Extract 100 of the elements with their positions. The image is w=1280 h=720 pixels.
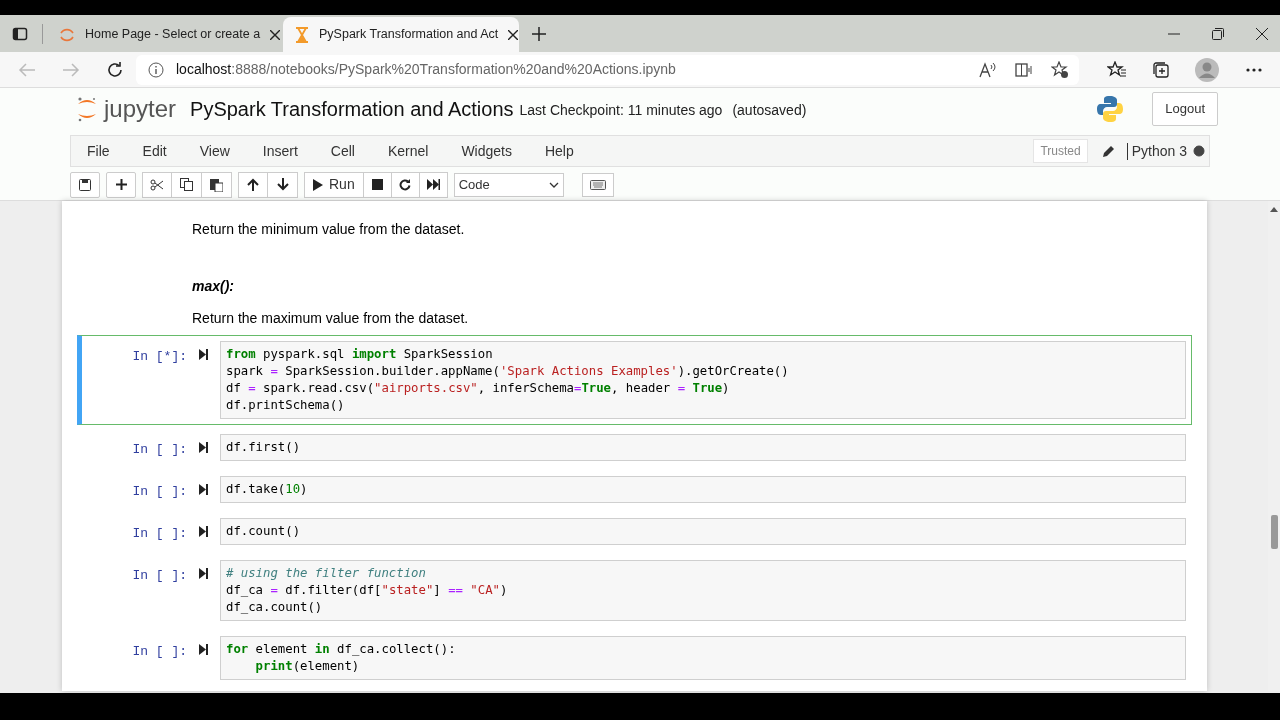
- info-icon[interactable]: [148, 61, 164, 78]
- code-line: df = spark.read.csv("airports.csv", inferSchema=True, header = True): [226, 380, 730, 397]
- scrollbar-thumb[interactable]: [1271, 515, 1278, 549]
- menu-item[interactable]: Edit: [132, 140, 177, 162]
- notebook-title[interactable]: PySpark Transformation and Actions: [190, 94, 514, 124]
- markdown-text: Return the maximum value from the dataset.: [192, 309, 469, 328]
- insert-cell-button[interactable]: [106, 171, 136, 198]
- pencil-icon[interactable]: [1101, 144, 1115, 158]
- restart-button[interactable]: [391, 171, 420, 198]
- browser-tab[interactable]: PySpark Transformation and Act: [283, 17, 519, 52]
- stop-button[interactable]: [363, 171, 392, 198]
- cut-button[interactable]: [142, 171, 172, 198]
- autosave-status: (autosaved): [732, 101, 807, 120]
- cell-type-select[interactable]: Code: [453, 172, 564, 197]
- code-line: # using the filter function: [226, 565, 426, 582]
- trusted-indicator[interactable]: Trusted: [1033, 139, 1088, 163]
- cell-prompt: In [ ]:: [132, 525, 187, 543]
- run-button[interactable]: Run: [304, 171, 364, 198]
- cell-prompt: In [ ]:: [132, 567, 187, 585]
- restart-icon: [399, 178, 412, 191]
- chevron-down-icon: [548, 181, 559, 188]
- kernel-name: Python 3: [1131, 141, 1187, 161]
- profile-avatar-icon[interactable]: [1195, 57, 1219, 82]
- copy-icon: [180, 178, 193, 191]
- tab-title: PySpark Transformation and Act: [319, 26, 499, 44]
- menu-item[interactable]: Cell: [320, 140, 365, 162]
- menu-item[interactable]: Kernel: [377, 140, 439, 162]
- jupyter-logo-icon[interactable]: [76, 96, 98, 122]
- run-cell-icon[interactable]: [199, 349, 208, 360]
- close-tab-icon[interactable]: [508, 29, 519, 40]
- code-line: df.take(10): [226, 481, 308, 498]
- move-up-button[interactable]: [238, 171, 268, 198]
- keyboard-icon: [589, 179, 606, 190]
- paste-icon: [210, 177, 223, 192]
- paste-button[interactable]: [202, 171, 232, 198]
- code-line: df.printSchema(): [226, 397, 345, 414]
- scissors-icon: [150, 178, 164, 191]
- up-arrow-icon: [247, 178, 259, 191]
- menu-item[interactable]: Help: [534, 140, 584, 162]
- code-input[interactable]: df.first(): [220, 434, 1186, 461]
- play-icon: [313, 178, 323, 191]
- python-logo-icon: [1096, 95, 1125, 123]
- move-down-button[interactable]: [268, 171, 298, 198]
- jupyter-logo-text[interactable]: jupyter: [104, 97, 177, 121]
- selected-cell[interactable]: [77, 335, 1192, 425]
- more-icon[interactable]: [1246, 67, 1262, 72]
- code-input[interactable]: df.count(): [220, 518, 1186, 545]
- new-tab-icon[interactable]: [531, 26, 547, 42]
- code-line: df.count(): [226, 523, 301, 540]
- markdown-text: Return the minimum value from the dataset.: [192, 220, 465, 239]
- code-line: for element in df_ca.collect():: [226, 641, 456, 658]
- tab-title: Home Page - Select or create a: [85, 26, 261, 44]
- cell-prompt: In [ ]:: [132, 643, 187, 661]
- plus-icon: [115, 179, 127, 190]
- code-input[interactable]: from pyspark.sql import SparkSession spark = SparkSession.builder.appName('Spark Actions Examples').getOrCreate() df = spark.read.csv("airports.csv", inferSchema=True, header = True) df.printSchema(): [220, 341, 1186, 419]
- copy-button[interactable]: [172, 171, 202, 198]
- collections-icon[interactable]: [1152, 60, 1170, 79]
- code-line: df.first(): [226, 439, 301, 456]
- cell-prompt: In [ ]:: [132, 441, 187, 459]
- code-line: from pyspark.sql import SparkSession: [226, 346, 493, 363]
- logout-button[interactable]: Logout: [1152, 92, 1218, 126]
- read-aloud-icon[interactable]: [979, 61, 997, 78]
- code-line: print(element): [254, 658, 360, 675]
- cell-prompt: In [*]:: [132, 348, 187, 366]
- run-cell-icon[interactable]: [199, 442, 208, 453]
- menu-item[interactable]: View: [189, 140, 240, 162]
- close-icon[interactable]: [1256, 28, 1268, 40]
- tab-actions-icon[interactable]: [12, 26, 28, 42]
- scroll-up-icon[interactable]: [1270, 207, 1278, 212]
- markdown-heading: max():: [192, 277, 234, 296]
- url-text: localhost:8888/notebooks/PySpark%20Transformation%20and%20Actions.ipynb: [176, 60, 676, 79]
- hourglass-icon: [295, 26, 309, 43]
- reader-view-icon[interactable]: [1015, 61, 1033, 78]
- run-cell-icon[interactable]: [199, 484, 208, 495]
- code-line: df_ca.count(): [226, 599, 323, 616]
- code-input[interactable]: # using the filter function df_ca = df.filter(df["state"] == "CA") df_ca.count(): [220, 560, 1186, 621]
- save-icon: [79, 178, 91, 191]
- menu-item[interactable]: Insert: [252, 140, 308, 162]
- run-cell-icon[interactable]: [199, 568, 208, 579]
- menu-item[interactable]: File: [87, 140, 120, 162]
- fast-forward-icon: [426, 179, 440, 190]
- code-line: df_ca = df.filter(df["state"] == "CA"): [226, 582, 508, 599]
- address-bar[interactable]: localhost:8888/notebooks/PySpark%20Transformation%20and%20Actions.ipynb: [136, 54, 1079, 85]
- down-arrow-icon: [276, 178, 289, 191]
- close-tab-icon[interactable]: [270, 29, 281, 40]
- cell-prompt: In [ ]:: [132, 483, 187, 501]
- checkpoint-status: Last Checkpoint: 11 minutes ago: [519, 101, 723, 120]
- restore-icon[interactable]: [1212, 28, 1224, 40]
- menu-item[interactable]: Widgets: [451, 140, 522, 162]
- keyboard-shortcuts-button[interactable]: [581, 172, 614, 197]
- code-input[interactable]: df.take(10): [220, 476, 1186, 503]
- run-cell-icon[interactable]: [199, 526, 208, 537]
- run-cell-icon[interactable]: [199, 644, 208, 655]
- favorites-icon[interactable]: [1107, 60, 1127, 79]
- reload-icon[interactable]: [106, 60, 124, 79]
- run-all-button[interactable]: [419, 171, 448, 198]
- save-button[interactable]: [70, 171, 100, 198]
- code-input[interactable]: for element in df_ca.collect(): print(element): [220, 636, 1186, 680]
- add-favorite-icon[interactable]: [1051, 60, 1069, 79]
- stop-icon: [371, 179, 383, 190]
